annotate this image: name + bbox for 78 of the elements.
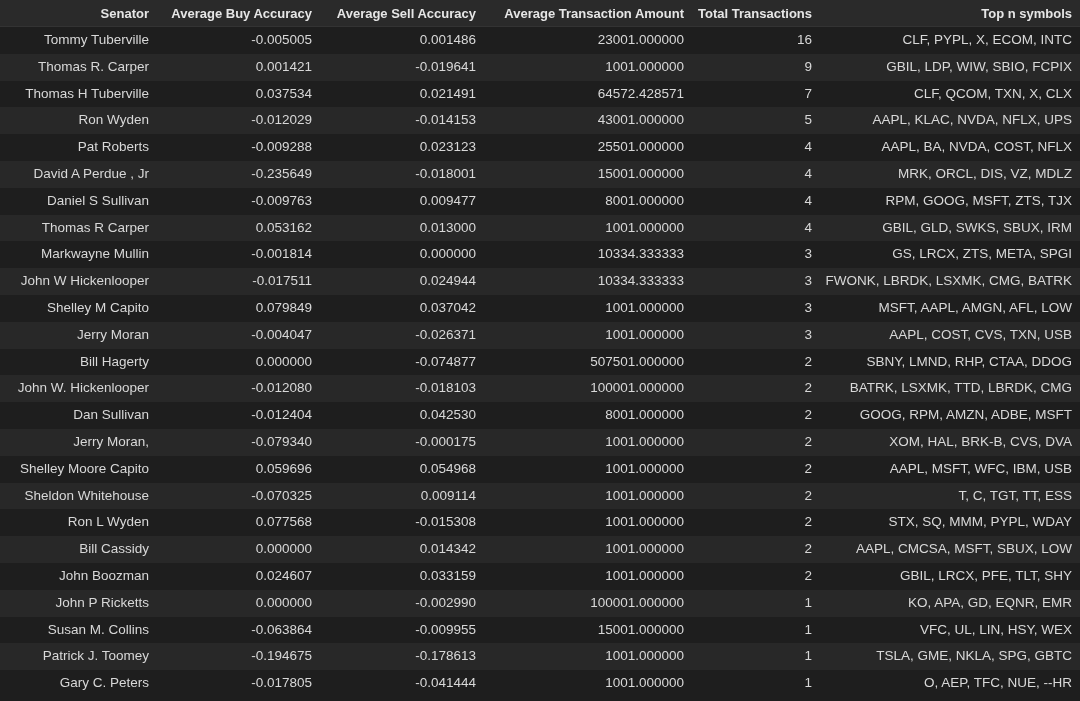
transactions-cell: 2 <box>692 536 820 563</box>
buy-accuracy-cell: 0.000000 <box>157 589 320 617</box>
symbols-cell: KO, APA, GD, EQNR, EMR <box>820 589 1080 617</box>
amount-cell: 1001.000000 <box>484 214 692 242</box>
senator-cell: David A Perdue , Jr <box>0 161 157 188</box>
sell-accuracy-cell: -0.000175 <box>320 428 484 456</box>
symbols-cell: BATRK, LSXMK, TTD, LBRDK, CMG <box>820 375 1080 403</box>
transactions-cell: 9 <box>692 53 820 81</box>
symbols-cell: TSLA, GME, NKLA, SPG, GBTC <box>820 643 1080 671</box>
transactions-cell: 3 <box>692 268 820 295</box>
symbols-cell: AAPL, COST, CVS, TXN, USB <box>820 321 1080 349</box>
buy-accuracy-cell: -0.012029 <box>157 107 320 135</box>
column-header: Average Sell Accuracy <box>320 0 484 27</box>
senator-cell: John W Hickenlooper <box>0 268 157 295</box>
amount-cell: 1001.000000 <box>484 482 692 510</box>
buy-accuracy-cell: -0.012080 <box>157 375 320 403</box>
senator-cell: John W. Hickenlooper <box>0 375 157 403</box>
senator-cell: John P Ricketts <box>0 589 157 617</box>
buy-accuracy-cell: -0.194675 <box>157 643 320 671</box>
sell-accuracy-cell: -0.019641 <box>320 53 484 81</box>
column-header: Total Transactions <box>692 0 820 27</box>
transactions-cell: 3 <box>692 321 820 349</box>
sell-accuracy-cell: 0.024944 <box>320 268 484 295</box>
senator-cell: Ron Wyden <box>0 107 157 135</box>
sell-accuracy-cell: -0.026371 <box>320 321 484 349</box>
senator-cell: Jerry Moran, <box>0 428 157 456</box>
senator-cell: Thomas R Carper <box>0 214 157 242</box>
amount-cell: 100001.000000 <box>484 589 692 617</box>
symbols-cell: AAPL, CMCSA, MSFT, SBUX, LOW <box>820 536 1080 563</box>
transactions-cell: 4 <box>692 214 820 242</box>
sell-accuracy-cell: -0.014153 <box>320 107 484 135</box>
buy-accuracy-cell: -0.079340 <box>157 428 320 456</box>
sell-accuracy-cell: 0.009114 <box>320 482 484 510</box>
senator-cell: Bill Cassidy <box>0 536 157 563</box>
senator-cell: Sheldon Whitehouse <box>0 482 157 510</box>
buy-accuracy-cell: -0.070325 <box>157 482 320 510</box>
senator-cell: Patrick J. Toomey <box>0 643 157 671</box>
symbols-cell: FWONK, LBRDK, LSXMK, CMG, BATRK <box>820 268 1080 295</box>
buy-accuracy-cell: 0.053162 <box>157 214 320 242</box>
transactions-cell: 5 <box>692 107 820 135</box>
amount-cell: 43001.000000 <box>484 107 692 135</box>
symbols-cell: MRK, ORCL, DIS, VZ, MDLZ <box>820 161 1080 188</box>
transactions-cell: 1 <box>692 589 820 617</box>
column-header: Senator <box>0 0 157 27</box>
senator-cell: Thomas R. Carper <box>0 53 157 81</box>
symbols-cell: GBIL, GLD, SWKS, SBUX, IRM <box>820 214 1080 242</box>
transactions-cell: 2 <box>692 375 820 403</box>
buy-accuracy-cell: -0.235649 <box>157 161 320 188</box>
sell-accuracy-cell: 0.013000 <box>320 214 484 242</box>
sell-accuracy-cell: -0.018001 <box>320 161 484 188</box>
transactions-cell: 4 <box>692 161 820 188</box>
amount-cell: 1001.000000 <box>484 428 692 456</box>
symbols-cell: XOM, HAL, BRK-B, CVS, DVA <box>820 428 1080 456</box>
sell-accuracy-cell: 0.014342 <box>320 536 484 563</box>
transactions-cell: 2 <box>692 428 820 456</box>
transactions-cell: 2 <box>692 482 820 510</box>
symbols-cell: GBIL, LDP, WIW, SBIO, FCPIX <box>820 53 1080 81</box>
amount-cell: 1001.000000 <box>484 321 692 349</box>
sell-accuracy-cell: -0.018103 <box>320 375 484 403</box>
amount-cell: 1001.000000 <box>484 643 692 671</box>
buy-accuracy-cell: 0.001421 <box>157 53 320 81</box>
column-header: Average Transaction Amount <box>484 0 692 27</box>
symbols-cell: T, C, TGT, TT, ESS <box>820 482 1080 510</box>
transactions-cell: 1 <box>692 643 820 671</box>
amount-cell: 100001.000000 <box>484 375 692 403</box>
column-header: Average Buy Accuracy <box>157 0 320 27</box>
sell-accuracy-cell: -0.178613 <box>320 643 484 671</box>
buy-accuracy-cell: -0.017511 <box>157 268 320 295</box>
senator-cell: Jerry Moran <box>0 321 157 349</box>
buy-accuracy-cell: -0.004047 <box>157 321 320 349</box>
amount-cell: 15001.000000 <box>484 161 692 188</box>
amount-cell: 10334.333333 <box>484 268 692 295</box>
amount-cell: 1001.000000 <box>484 53 692 81</box>
buy-accuracy-cell: 0.000000 <box>157 536 320 563</box>
sell-accuracy-cell: -0.002990 <box>320 589 484 617</box>
column-header: Top n symbols <box>820 0 1080 27</box>
amount-cell: 1001.000000 <box>484 536 692 563</box>
symbols-cell: AAPL, KLAC, NVDA, NFLX, UPS <box>820 107 1080 135</box>
